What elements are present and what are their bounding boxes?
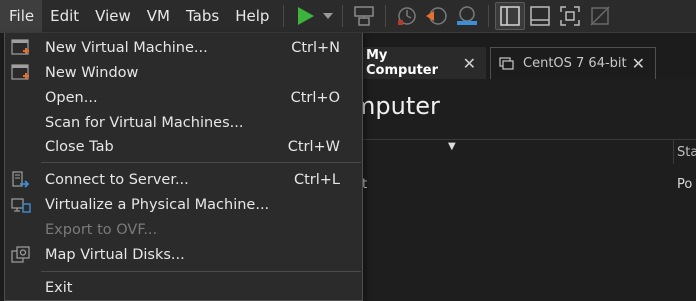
menu-item-new-virtual-machine[interactable]: New Virtual Machine... Ctrl+N <box>5 36 362 60</box>
table-row-status: Po <box>677 177 693 192</box>
menu-item-label: Close Tab <box>45 139 114 155</box>
page-title: mputer <box>352 92 440 120</box>
power-options-dropdown[interactable] <box>320 2 336 30</box>
menu-item-connect-to-server[interactable]: Connect to Server... Ctrl+L <box>5 168 362 192</box>
menu-item-open[interactable]: Open... Ctrl+O <box>5 86 362 110</box>
show-library-button[interactable] <box>495 2 526 30</box>
menu-item-label: Export to OVF... <box>45 222 158 238</box>
menu-item-virtualize-physical[interactable]: Virtualize a Physical Machine... <box>5 193 362 217</box>
menu-item-exit[interactable]: Exit <box>5 276 362 300</box>
menu-vm[interactable]: VM <box>139 0 178 33</box>
menu-item-export-to-ovf: Export to OVF... <box>5 218 362 242</box>
show-thumbnail-bar-button[interactable] <box>525 2 555 30</box>
tab-label: My Computer <box>366 48 439 78</box>
shortcut-label: Ctrl+N <box>291 40 340 56</box>
menu-item-label: Connect to Server... <box>45 172 189 188</box>
power-on-button[interactable] <box>290 2 320 30</box>
menu-bar: File Edit View VM Tabs Help <box>0 0 696 33</box>
tab-centos[interactable]: CentOS 7 64-bit ✕ <box>490 47 656 79</box>
connect-server-icon <box>12 171 30 188</box>
show-library-icon <box>500 6 521 26</box>
revert-snapshot-button[interactable] <box>422 2 452 30</box>
toolbar-divider <box>283 5 285 27</box>
menu-item-scan-for-vms[interactable]: Scan for Virtual Machines... <box>5 111 362 135</box>
map-disks-icon <box>11 246 30 263</box>
snapshot-manager-icon <box>457 6 478 25</box>
menu-file[interactable]: File <box>0 0 43 33</box>
menu-tabs[interactable]: Tabs <box>178 0 227 33</box>
sort-descending-icon[interactable]: ▼ <box>448 141 456 152</box>
send-ctrl-alt-del-button[interactable] <box>349 2 379 30</box>
send-keys-icon <box>354 6 375 26</box>
menu-item-label: Map Virtual Disks... <box>45 247 185 263</box>
shortcut-label: Ctrl+W <box>287 139 340 155</box>
new-window-icon <box>11 64 29 80</box>
menu-item-label: Exit <box>45 280 73 296</box>
snapshot-icon <box>398 7 417 25</box>
file-menu-dropdown: New Virtual Machine... Ctrl+N New Window… <box>4 33 363 301</box>
vm-icon <box>499 56 514 70</box>
unity-icon <box>590 6 610 26</box>
toolbar-divider <box>488 5 490 27</box>
toolbar-divider <box>385 5 387 27</box>
menu-separator <box>41 271 361 272</box>
shortcut-label: Ctrl+L <box>293 172 340 188</box>
menu-item-label: Scan for Virtual Machines... <box>45 115 244 131</box>
tab-label: CentOS 7 64-bit <box>523 56 627 71</box>
revert-snapshot-icon <box>426 7 448 25</box>
menu-view[interactable]: View <box>87 0 139 33</box>
menu-separator <box>41 162 361 163</box>
full-screen-button[interactable] <box>555 2 585 30</box>
take-snapshot-button[interactable] <box>392 2 422 30</box>
toolbar-divider <box>342 5 344 27</box>
menu-help[interactable]: Help <box>227 0 277 33</box>
menu-item-label: New Virtual Machine... <box>45 40 208 56</box>
menu-edit[interactable]: Edit <box>42 0 87 33</box>
unity-button[interactable] <box>585 2 615 30</box>
play-icon <box>298 7 315 25</box>
dropdown-arrow-icon <box>323 13 334 19</box>
close-icon[interactable]: ✕ <box>632 54 645 73</box>
menu-item-label: Open... <box>45 90 98 106</box>
menu-item-label: New Window <box>45 65 139 81</box>
menu-item-new-window[interactable]: New Window <box>5 61 362 85</box>
column-header-status[interactable]: Sta <box>677 145 696 160</box>
new-vm-icon <box>11 39 29 55</box>
menu-item-label: Virtualize a Physical Machine... <box>45 197 270 213</box>
snapshot-manager-button[interactable] <box>452 2 482 30</box>
shortcut-label: Ctrl+O <box>290 90 340 106</box>
column-header-row: ▼ Sta <box>362 139 696 164</box>
tab-my-computer[interactable]: My Computer ✕ <box>362 47 486 79</box>
full-screen-icon <box>560 6 581 26</box>
close-icon[interactable]: ✕ <box>463 54 476 73</box>
menu-item-map-virtual-disks[interactable]: Map Virtual Disks... <box>5 243 362 267</box>
virtualize-physical-icon <box>11 198 31 213</box>
column-divider[interactable] <box>673 140 674 164</box>
show-thumbnail-bar-icon <box>530 6 551 26</box>
menu-item-close-tab[interactable]: Close Tab Ctrl+W <box>5 135 362 159</box>
